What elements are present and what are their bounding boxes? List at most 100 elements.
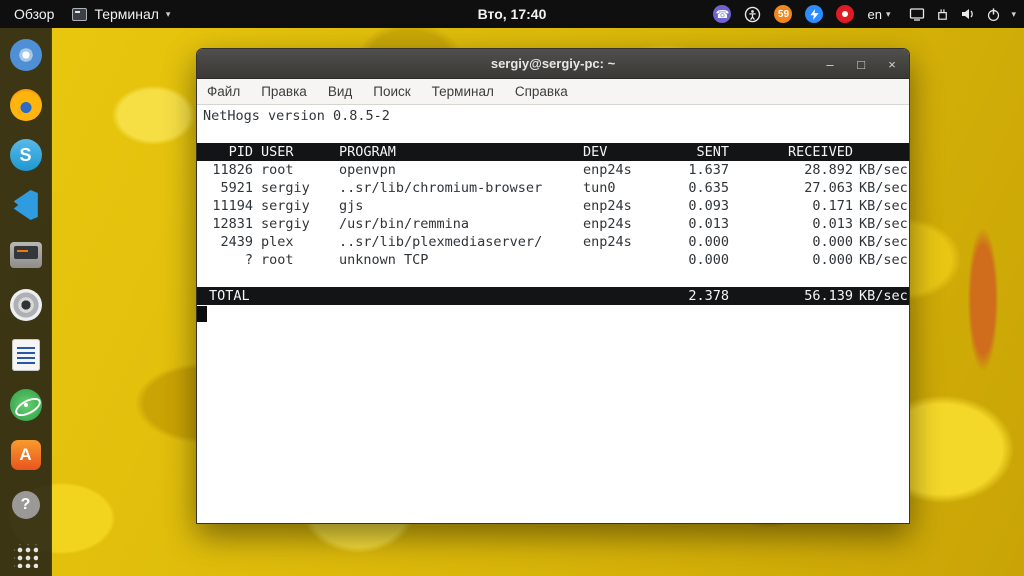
menu-file[interactable]: Файл xyxy=(207,84,240,99)
window-titlebar[interactable]: sergiy@sergiy-pc: ~ – □ × xyxy=(197,49,909,79)
dock-item-skype[interactable]: S xyxy=(9,138,43,172)
cell-received: 0.171 xyxy=(729,197,853,215)
table-row: 11826 root openvpn enp24s 1.637 28.892 K… xyxy=(197,161,909,179)
header-program: PROGRAM xyxy=(339,143,579,161)
header-received: RECEIVED xyxy=(729,143,853,161)
maximize-button[interactable]: □ xyxy=(854,58,868,71)
cell-unit: KB/sec xyxy=(853,233,909,251)
version-line: NetHogs version 0.8.5-2 xyxy=(197,107,909,125)
cell-received: 27.063 xyxy=(729,179,853,197)
dock-item-writer[interactable] xyxy=(9,338,43,372)
help-icon: ? xyxy=(12,491,40,519)
appgrid-icon: A xyxy=(11,440,41,470)
chevron-down-icon: ▾ xyxy=(1011,9,1016,20)
volume-icon xyxy=(960,6,976,22)
terminal-output[interactable]: NetHogs version 0.8.5-2 PID USER PROGRAM… xyxy=(197,105,909,523)
table-row: 11194 sergiy gjs enp24s 0.093 0.171 KB/s… xyxy=(197,197,909,215)
skype-icon: S xyxy=(10,139,42,171)
system-menu[interactable]: ▾ xyxy=(903,6,1016,22)
cell-program: gjs xyxy=(339,197,579,215)
keyboard-layout-indicator[interactable]: en ▾ xyxy=(867,7,890,22)
cell-pid: ? xyxy=(197,251,253,269)
cell-sent: 0.635 xyxy=(667,179,729,197)
dock-item-chromium[interactable] xyxy=(9,38,43,72)
updates-badge[interactable]: 59 xyxy=(774,5,792,23)
cell-sent: 0.093 xyxy=(667,197,729,215)
camera-icon xyxy=(10,289,42,321)
header-pid: PID xyxy=(197,143,253,161)
red-status-icon[interactable] xyxy=(836,5,854,23)
display-icon xyxy=(909,6,925,22)
clock[interactable]: Вто, 17:40 xyxy=(478,6,547,22)
writer-icon xyxy=(12,339,40,371)
cell-sent: 1.637 xyxy=(667,161,729,179)
table-header-row: PID USER PROGRAM DEV SENT RECEIVED xyxy=(197,143,909,161)
dock: S A ? xyxy=(0,28,52,576)
cell-program: /usr/bin/remmina xyxy=(339,215,579,233)
cell-received: 0.000 xyxy=(729,233,853,251)
dock-item-atom[interactable] xyxy=(9,388,43,422)
dock-item-firefox[interactable] xyxy=(9,88,43,122)
firefox-icon xyxy=(10,89,42,121)
app-menu[interactable]: Терминал ▾ xyxy=(72,6,170,22)
viber-tray-icon[interactable]: ☎ xyxy=(713,5,731,23)
cell-user: sergiy xyxy=(253,197,339,215)
chevron-down-icon: ▾ xyxy=(166,9,171,20)
desktop: Обзор Терминал ▾ Вто, 17:40 ☎ 59 xyxy=(0,0,1024,576)
atom-icon xyxy=(10,389,42,421)
total-label: TOTAL xyxy=(197,287,667,305)
cell-unit: KB/sec xyxy=(853,251,909,269)
menu-help[interactable]: Справка xyxy=(515,84,568,99)
dock-item-appgrid[interactable]: A xyxy=(9,438,43,472)
dock-item-terminal-app[interactable] xyxy=(9,238,43,272)
cell-sent: 0.013 xyxy=(667,215,729,233)
cell-received: 0.000 xyxy=(729,251,853,269)
terminal-window: sergiy@sergiy-pc: ~ – □ × Файл Правка Ви… xyxy=(196,48,910,524)
power-icon xyxy=(986,7,1001,22)
cell-program: openvpn xyxy=(339,161,579,179)
dock-item-help[interactable]: ? xyxy=(9,488,43,522)
window-title: sergiy@sergiy-pc: ~ xyxy=(491,56,615,71)
cell-sent: 0.000 xyxy=(667,251,729,269)
cell-pid: 5921 xyxy=(197,179,253,197)
total-received: 56.139 xyxy=(729,287,853,305)
cell-dev xyxy=(579,251,667,269)
vscode-icon xyxy=(12,190,40,220)
cell-unit: KB/sec xyxy=(853,215,909,233)
cell-pid: 11826 xyxy=(197,161,253,179)
bolt-tray-icon[interactable] xyxy=(805,5,823,23)
chevron-down-icon: ▾ xyxy=(886,9,891,20)
cell-received: 0.013 xyxy=(729,215,853,233)
cell-unit: KB/sec xyxy=(853,179,909,197)
header-sent: SENT xyxy=(667,143,729,161)
phone-icon: ☎ xyxy=(716,8,730,21)
cell-user: sergiy xyxy=(253,215,339,233)
cell-user: root xyxy=(253,251,339,269)
dock-item-vscode[interactable] xyxy=(9,188,43,222)
cell-dev: enp24s xyxy=(579,197,667,215)
total-unit: KB/sec xyxy=(853,287,909,305)
cell-user: plex xyxy=(253,233,339,251)
cell-program: ..sr/lib/plexmediaserver/ xyxy=(339,233,579,251)
cell-pid: 2439 xyxy=(197,233,253,251)
dock-item-camera[interactable] xyxy=(9,288,43,322)
wired-network-icon xyxy=(935,7,950,22)
table-row: 2439 plex ..sr/lib/plexmediaserver/ enp2… xyxy=(197,233,909,251)
close-button[interactable]: × xyxy=(885,58,899,71)
cell-received: 28.892 xyxy=(729,161,853,179)
cell-dev: tun0 xyxy=(579,179,667,197)
show-applications-button[interactable] xyxy=(14,544,38,568)
menu-search[interactable]: Поиск xyxy=(373,84,410,99)
table-total-row: TOTAL 2.378 56.139 KB/sec xyxy=(197,287,909,305)
cell-unit: KB/sec xyxy=(853,197,909,215)
menu-terminal[interactable]: Терминал xyxy=(432,84,494,99)
header-dev: DEV xyxy=(579,143,667,161)
minimize-button[interactable]: – xyxy=(823,58,837,71)
activities-button[interactable]: Обзор xyxy=(14,6,54,22)
header-user: USER xyxy=(253,143,339,161)
menu-edit[interactable]: Правка xyxy=(261,84,307,99)
cell-dev: enp24s xyxy=(579,233,667,251)
accessibility-icon[interactable] xyxy=(744,6,761,23)
cell-pid: 11194 xyxy=(197,197,253,215)
menu-view[interactable]: Вид xyxy=(328,84,352,99)
